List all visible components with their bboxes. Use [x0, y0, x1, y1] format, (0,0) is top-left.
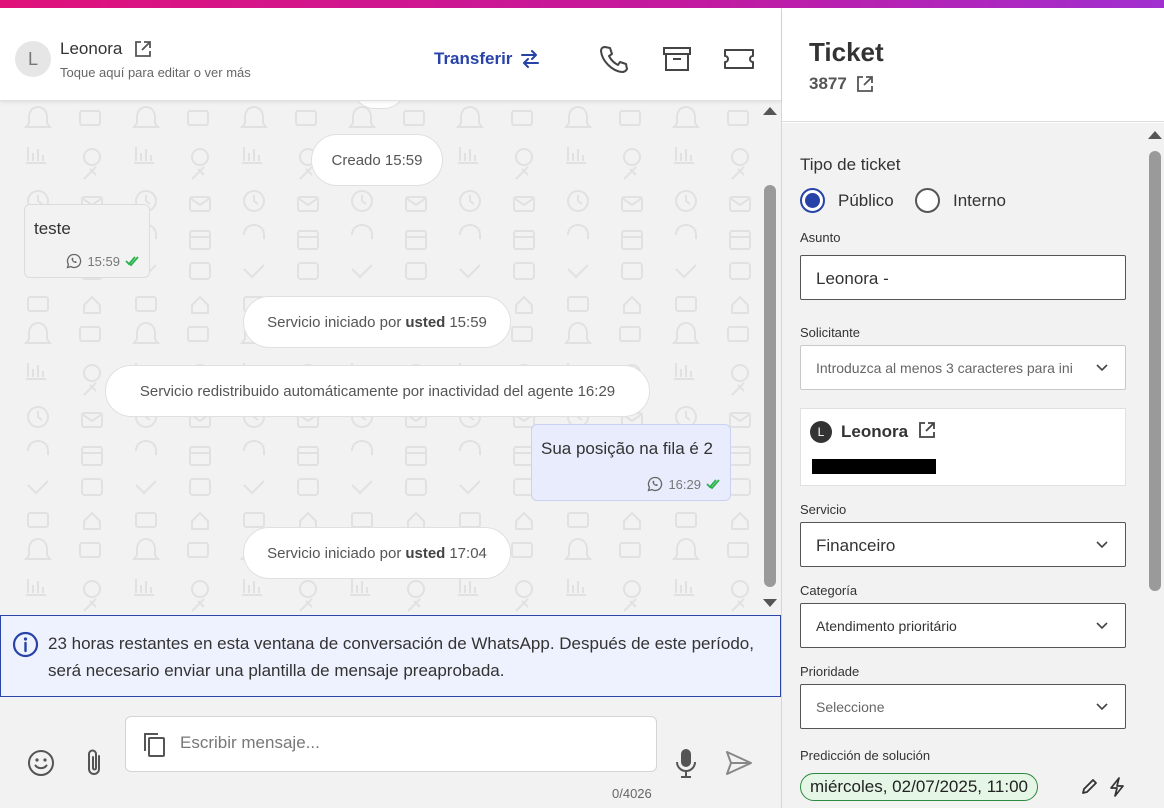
attachment-icon[interactable] [84, 748, 106, 778]
chevron-down-icon [1096, 703, 1108, 711]
scroll-down-arrow[interactable] [763, 599, 777, 607]
ticket-form: Tipo de ticket Público Interno Asunto Le… [782, 123, 1164, 808]
scroll-thumb[interactable] [764, 185, 776, 587]
chat-panel: L Leonora Toque aquí para editar o ver m… [0, 8, 781, 808]
prediction-date-chip[interactable]: miércoles, 02/07/2025, 11:00 [800, 773, 1038, 801]
message-input-box[interactable] [125, 716, 657, 772]
category-label: Categoría [800, 583, 858, 598]
subject-input[interactable]: Leonora - [800, 255, 1126, 300]
avatar[interactable]: L [15, 41, 51, 77]
radio-publico[interactable]: Público [800, 188, 894, 213]
chevron-down-icon [1096, 364, 1108, 372]
incoming-message[interactable]: teste 15:59 [24, 204, 150, 278]
char-counter: 0/4026 [612, 786, 652, 801]
panel-scrollbar[interactable] [1145, 123, 1164, 808]
archive-icon[interactable] [661, 44, 693, 74]
message-composer: 0/4026 [0, 697, 781, 808]
system-message: Servicio iniciado por usted 17:04 [243, 527, 511, 579]
whatsapp-icon [67, 253, 82, 269]
chat-header: L Leonora Toque aquí para editar o ver m… [0, 8, 781, 101]
copy-template-icon[interactable] [141, 731, 167, 759]
chevron-down-icon [1096, 541, 1108, 549]
radio-interno[interactable]: Interno [915, 188, 1006, 213]
microphone-icon[interactable] [675, 747, 697, 779]
requester-select[interactable]: Introduzca al menos 3 caracteres para in… [800, 345, 1126, 390]
transfer-arrows-icon [521, 50, 540, 68]
requester-avatar: L [810, 421, 832, 443]
contact-subtitle[interactable]: Toque aquí para editar o ver más [60, 65, 251, 80]
double-check-icon [706, 479, 720, 490]
whatsapp-window-notice: 23 horas restantes en esta ventana de co… [0, 615, 781, 697]
message-time: 15:59 [87, 253, 120, 269]
external-link-icon[interactable] [917, 420, 937, 440]
pencil-icon[interactable] [1080, 778, 1098, 796]
system-message: Servicio iniciado por usted 15:59 [243, 296, 511, 348]
redacted-phone [812, 459, 936, 474]
message-list[interactable]: Creado 15:59 teste 15:59 Servicio inicia… [0, 101, 761, 615]
info-icon [12, 631, 39, 658]
ticket-header: Ticket 3877 [782, 8, 1164, 122]
system-message-redistributed: Servicio redistribuido automáticamente p… [105, 365, 650, 417]
ticket-number[interactable]: 3877 [809, 74, 875, 94]
priority-select[interactable]: Seleccione [800, 684, 1126, 729]
scroll-up-arrow[interactable] [763, 107, 777, 115]
contact-name[interactable]: Leonora [60, 39, 122, 59]
priority-label: Prioridade [800, 664, 860, 679]
category-select[interactable]: Atendimento prioritário [800, 603, 1126, 648]
ticket-icon[interactable] [723, 44, 755, 74]
transfer-button[interactable]: Transferir [434, 49, 540, 69]
message-meta: 15:59 [66, 253, 139, 269]
prediction-label: Predicción de solución [800, 748, 931, 763]
ticket-panel: Ticket 3877 Tipo de ticket Público Inter… [781, 8, 1164, 808]
external-link-icon[interactable] [133, 39, 153, 59]
message-text: Sua posição na fila é 2 [541, 439, 714, 458]
notice-text: 23 horas restantes en esta ventana de co… [48, 634, 754, 680]
message-meta: 16:29 [647, 476, 720, 492]
subject-label: Asunto [800, 230, 841, 245]
service-label: Servicio [800, 502, 847, 517]
requester-label: Solicitante [800, 325, 860, 340]
whatsapp-icon [648, 476, 663, 492]
service-select[interactable]: Financeiro [800, 522, 1126, 567]
created-pill: Creado 15:59 [311, 134, 443, 186]
send-icon[interactable] [724, 749, 754, 777]
scroll-thumb[interactable] [1149, 151, 1161, 591]
phone-icon[interactable] [598, 44, 630, 74]
lightning-icon[interactable] [1108, 777, 1126, 797]
message-input[interactable] [180, 733, 640, 753]
top-gradient-bar [0, 0, 1164, 8]
scroll-up-arrow[interactable] [1148, 131, 1162, 139]
panel-title: Ticket [809, 37, 884, 67]
radio-circle-selected[interactable] [800, 188, 825, 213]
message-time: 16:29 [668, 476, 701, 492]
emoji-icon[interactable] [27, 749, 55, 777]
chevron-down-icon [1096, 622, 1108, 630]
radio-circle[interactable] [915, 188, 940, 213]
chat-scrollbar[interactable] [761, 101, 781, 615]
message-text: teste [34, 219, 71, 238]
transfer-label: Transferir [434, 49, 513, 68]
ticket-type-title: Tipo de ticket [800, 155, 901, 174]
requester-name[interactable]: Leonora [841, 422, 908, 442]
external-link-icon[interactable] [855, 74, 875, 94]
outgoing-message[interactable]: Sua posição na fila é 2 16:29 [531, 424, 731, 501]
double-check-icon [125, 256, 139, 267]
requester-card: L Leonora [800, 408, 1126, 486]
